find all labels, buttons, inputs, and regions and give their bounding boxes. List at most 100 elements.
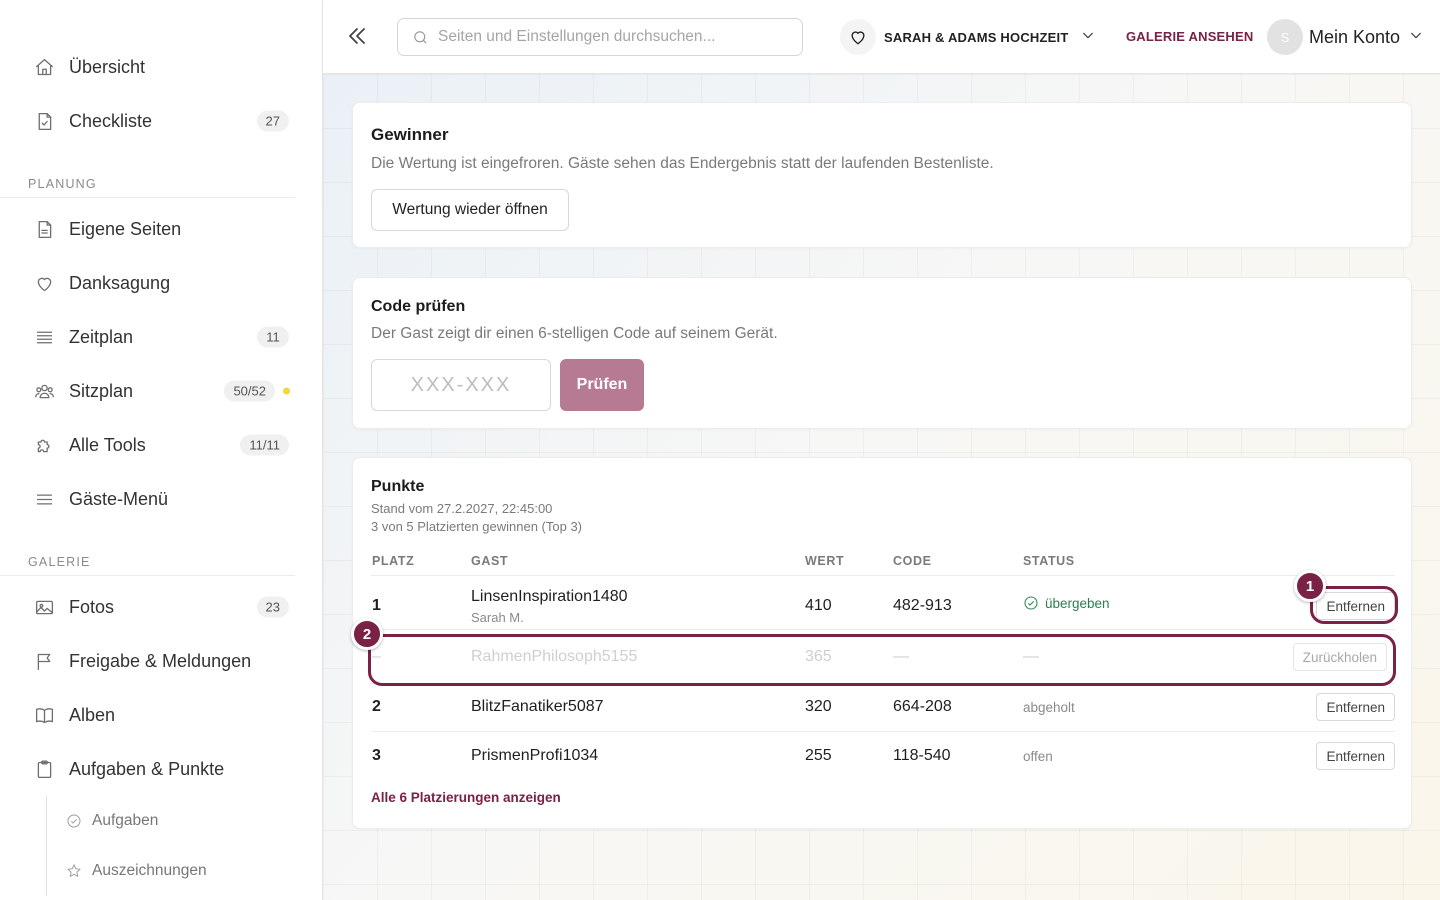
- checklist-document-icon: [33, 110, 55, 132]
- guest-real-name: Sarah M.: [471, 610, 524, 625]
- annotation-marker-1: 1: [1294, 570, 1326, 602]
- sidebar-item-label: Fotos: [69, 596, 115, 617]
- sidebar-item-tasks-points[interactable]: Aufgaben & Punkte: [0, 742, 322, 796]
- table-row-removed: – RahmenPhilosoph5155 365 — — Zurückhole…: [371, 630, 1395, 684]
- sidebar-item-seating[interactable]: Sitzplan 50/52: [0, 364, 322, 418]
- event-selector[interactable]: SARAH & ADAMS HOCHZEIT: [840, 19, 1096, 55]
- points-summary: 3 von 5 Platzierten gewinnen (Top 3): [371, 519, 583, 534]
- count-badge: 50/52: [224, 380, 275, 402]
- sidebar-item-thanks[interactable]: Danksagung: [0, 256, 322, 310]
- sidebar-item-moderation[interactable]: Freigabe & Meldungen: [0, 634, 322, 688]
- table-row: 1 LinsenInspiration1480 Sarah M. 410 482…: [371, 577, 1395, 630]
- count-badge: 11/11: [240, 434, 289, 456]
- topbar: SARAH & ADAMS HOCHZEIT GALERIE ANSEHEN S…: [323, 0, 1440, 74]
- restore-button[interactable]: Zurückholen: [1292, 643, 1387, 671]
- count-badge: 11: [257, 326, 289, 348]
- count-badge: 23: [256, 596, 289, 618]
- collapse-sidebar-button[interactable]: [345, 24, 371, 50]
- sidebar-subnav: Aufgaben Auszeichnungen: [46, 796, 322, 896]
- sidebar-item-checklist[interactable]: Checkliste 27: [0, 94, 322, 148]
- sidebar-item-label: Checkliste: [69, 110, 153, 131]
- reopen-scoring-button[interactable]: Wertung wieder öffnen: [371, 189, 569, 231]
- code-cell: —: [893, 648, 909, 665]
- star-icon: [66, 863, 82, 879]
- search-box: [397, 18, 803, 56]
- chevron-down-icon: [1408, 27, 1424, 48]
- sidebar-item-label: Gäste-Menü: [69, 488, 169, 509]
- sidebar-subitem-tasks[interactable]: Aufgaben: [47, 796, 322, 846]
- sidebar-item-custom-pages[interactable]: Eigene Seiten: [0, 202, 322, 256]
- people-icon: [33, 380, 55, 402]
- sidebar-item-label: Sitzplan: [69, 380, 134, 401]
- chevron-down-icon: [1080, 27, 1096, 48]
- column-header-code: CODE: [893, 554, 932, 568]
- winner-title: Gewinner: [371, 125, 449, 144]
- code-check-description: Der Gast zeigt dir einen 6-stelligen Cod…: [371, 325, 778, 342]
- sidebar-item-all-tools[interactable]: Alle Tools 11/11: [0, 418, 322, 472]
- remove-button[interactable]: Entfernen: [1316, 592, 1395, 620]
- column-header-guest: GAST: [471, 554, 509, 568]
- sidebar-item-photos[interactable]: Fotos 23: [0, 580, 322, 634]
- sidebar-item-label: Danksagung: [69, 272, 171, 293]
- avatar: S: [1267, 19, 1303, 55]
- code-input[interactable]: [371, 359, 551, 411]
- heart-icon: [840, 19, 876, 55]
- sidebar-item-albums[interactable]: Alben: [0, 688, 322, 742]
- show-all-rankings-link[interactable]: Alle 6 Platzierungen anzeigen: [371, 790, 561, 805]
- column-header-rank: PLATZ: [372, 554, 415, 568]
- view-gallery-link[interactable]: GALERIE ANSEHEN: [1126, 29, 1253, 44]
- remove-button[interactable]: Entfernen: [1316, 693, 1395, 721]
- sidebar-item-label: Alben: [69, 704, 116, 725]
- code-cell: 482-913: [893, 597, 952, 614]
- puzzle-icon: [33, 434, 55, 456]
- points-timestamp: Stand vom 27.2.2027, 22:45:00: [371, 501, 553, 516]
- double-chevron-left-icon: [349, 28, 365, 44]
- home-icon: [33, 56, 55, 78]
- winner-card: Gewinner Die Wertung ist eingefroren. Gä…: [352, 102, 1412, 248]
- sidebar-item-label: Zeitplan: [69, 326, 134, 347]
- book-open-icon: [33, 704, 55, 726]
- image-icon: [33, 596, 55, 618]
- value-cell: 410: [805, 597, 832, 614]
- count-badge: 27: [256, 110, 289, 132]
- sidebar-subitem-awards[interactable]: Auszeichnungen: [47, 846, 322, 896]
- guest-name: RahmenPhilosoph5155: [471, 648, 638, 665]
- table-row: 3 PrismenProfi1034 255 118-540 offen Ent…: [371, 732, 1395, 780]
- guest-cell: LinsenInspiration1480 Sarah M.: [471, 588, 628, 625]
- points-card: Punkte Stand vom 27.2.2027, 22:45:00 3 v…: [352, 457, 1412, 829]
- column-header-value: WERT: [805, 554, 845, 568]
- remove-button[interactable]: Entfernen: [1316, 742, 1395, 770]
- sidebar-item-label: Alle Tools: [69, 434, 146, 455]
- rank-cell: –: [372, 648, 381, 665]
- search-input[interactable]: [438, 28, 778, 46]
- code-check-title: Code prüfen: [371, 298, 466, 315]
- sidebar-item-overview[interactable]: Übersicht: [0, 40, 322, 94]
- check-code-button[interactable]: Prüfen: [560, 359, 644, 411]
- sidebar: Übersicht Checkliste 27 PLANUNG Eigene S…: [0, 0, 323, 900]
- sidebar-subitem-label: Auszeichnungen: [92, 862, 207, 879]
- sidebar-item-label: Aufgaben & Punkte: [69, 758, 225, 779]
- annotation-marker-2: 2: [351, 618, 383, 650]
- status-cell: übergeben: [1023, 595, 1110, 611]
- account-label: Mein Konto: [1309, 26, 1401, 47]
- column-header-status: STATUS: [1023, 554, 1075, 568]
- check-circle-icon: [1024, 596, 1038, 610]
- status-cell: abgeholt: [1023, 700, 1075, 715]
- value-cell: 255: [805, 747, 832, 764]
- guest-name: LinsenInspiration1480: [471, 588, 628, 605]
- table-header: PLATZ GAST WERT CODE STATUS: [371, 554, 1395, 576]
- winner-description: Die Wertung ist eingefroren. Gäste sehen…: [371, 155, 994, 172]
- points-title: Punkte: [371, 478, 425, 495]
- flag-icon: [33, 650, 55, 672]
- page-icon: [33, 218, 55, 240]
- status-cell: offen: [1023, 749, 1053, 764]
- account-menu[interactable]: S Mein Konto: [1267, 19, 1424, 55]
- sidebar-item-label: Übersicht: [69, 56, 146, 77]
- sidebar-item-guest-menu[interactable]: Gäste-Menü: [0, 472, 322, 526]
- list-icon: [33, 326, 55, 348]
- check-circle-icon: [66, 813, 82, 829]
- main-content: Gewinner Die Wertung ist eingefroren. Gä…: [323, 74, 1440, 900]
- rank-cell: 1: [372, 597, 381, 614]
- event-name: SARAH & ADAMS HOCHZEIT: [884, 29, 1069, 45]
- sidebar-item-schedule[interactable]: Zeitplan 11: [0, 310, 322, 364]
